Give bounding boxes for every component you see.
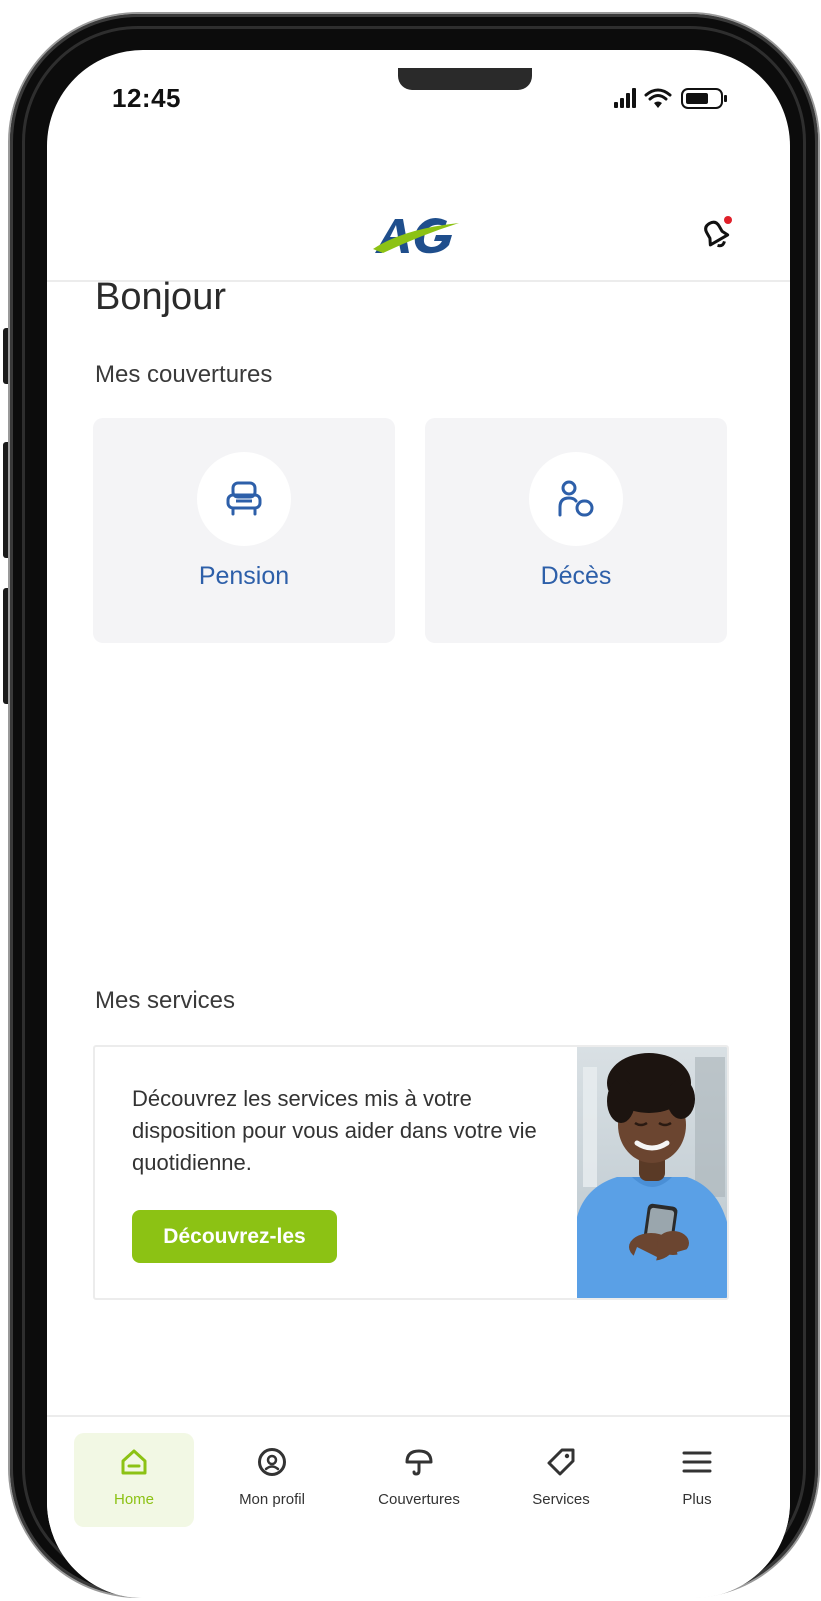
tag-icon — [547, 1448, 575, 1476]
services-description: Découvrez les services mis à votre dispo… — [132, 1086, 537, 1175]
status-time: 12:45 — [112, 83, 181, 113]
tab-label: Plus — [682, 1491, 712, 1508]
app-header: AG — [47, 150, 790, 282]
services-promo-card: Découvrez les services mis à votre dispo… — [93, 1045, 729, 1300]
status-icons — [614, 88, 727, 109]
bottom-tab-bar: Home Mon profil Couvertures Services Plu… — [47, 1415, 790, 1598]
tab-home[interactable]: Home — [74, 1433, 194, 1527]
tab-label: Home — [113, 1491, 154, 1508]
ag-logo: AG — [373, 218, 459, 254]
tab-services[interactable]: Services — [501, 1433, 621, 1527]
speaker-notch — [398, 68, 532, 90]
profile-icon — [258, 1448, 286, 1476]
greeting-title: Bonjour — [95, 276, 226, 318]
coverages-section-title: Mes couvertures — [95, 361, 273, 388]
coverage-card-pension[interactable]: Pension — [93, 418, 395, 643]
battery-icon — [681, 88, 727, 109]
woman-with-phone-photo — [577, 1047, 727, 1298]
tab-couvertures[interactable]: Couvertures — [359, 1433, 479, 1527]
discover-services-button[interactable]: Découvrez-les — [132, 1210, 337, 1263]
armchair-icon — [226, 481, 262, 516]
tab-label: Services — [532, 1491, 590, 1508]
tab-plus[interactable]: Plus — [637, 1433, 757, 1527]
people-icon — [558, 480, 594, 517]
bell-icon[interactable] — [697, 215, 733, 253]
coverage-card-deces[interactable]: Décès — [425, 418, 727, 643]
app-screen: 12:45 AG B — [47, 50, 790, 1598]
tab-label: Mon profil — [239, 1491, 305, 1508]
umbrella-icon — [405, 1449, 433, 1476]
coverage-icon-circle — [529, 452, 623, 546]
tab-mon-profil[interactable]: Mon profil — [212, 1433, 332, 1527]
home-icon — [121, 1449, 147, 1475]
wifi-icon — [644, 88, 672, 108]
coverage-label: Pension — [198, 562, 290, 590]
menu-icon — [682, 1451, 712, 1473]
signal-icon — [614, 88, 636, 108]
services-section-title: Mes services — [95, 987, 236, 1014]
coverage-label: Décès — [540, 562, 612, 590]
notification-dot — [724, 216, 732, 224]
tab-label: Couvertures — [378, 1491, 460, 1508]
coverage-icon-circle — [197, 452, 291, 546]
